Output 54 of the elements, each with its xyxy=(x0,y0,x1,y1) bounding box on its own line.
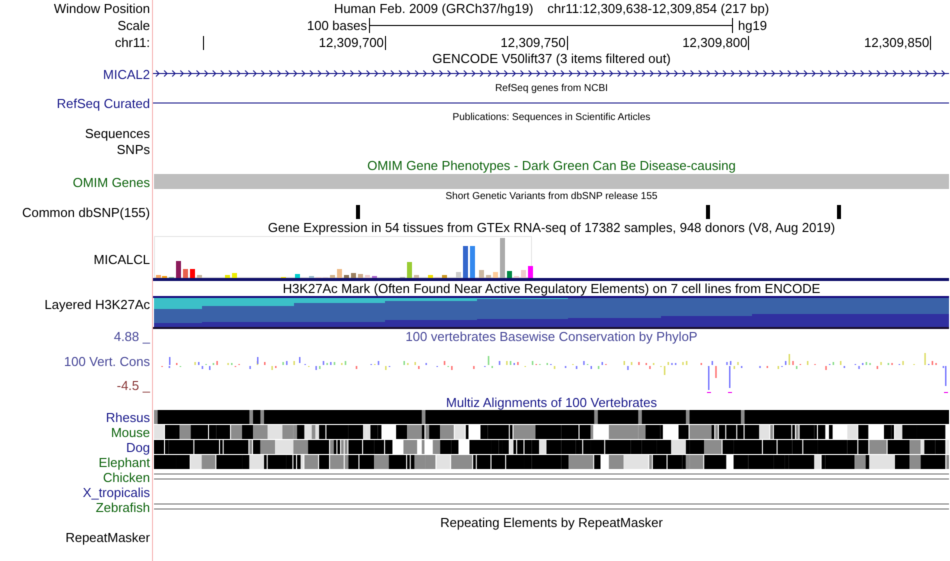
position-text[interactable]: chr11:12,309,638-12,309,854 (217 bp) xyxy=(547,0,770,17)
species-label[interactable]: Dog xyxy=(126,440,150,455)
track-label[interactable]: Sequences xyxy=(84,126,150,142)
species-label[interactable]: X_tropicalis xyxy=(82,485,150,500)
row-label: chr11: xyxy=(114,34,150,52)
species-label[interactable]: Mouse xyxy=(110,425,150,440)
track-title: GENCODE V50lift37 (3 items filtered out) xyxy=(431,52,672,66)
alignment-blocks-drawing[interactable] xyxy=(154,440,949,454)
species-label[interactable]: Rhesus xyxy=(106,410,150,425)
scale-label: 100 bases xyxy=(307,17,368,34)
track-title: Short Genetic Variants from dbSNP release 155 xyxy=(444,190,658,204)
species-label[interactable]: Chicken xyxy=(103,470,150,485)
alignment-blocks-drawing[interactable] xyxy=(154,455,949,469)
track-label[interactable]: Common dbSNP(155) xyxy=(22,204,150,220)
position-label: 12,309,850 xyxy=(864,34,930,51)
alignment-lines-drawing[interactable] xyxy=(154,504,949,510)
row-label: Scale xyxy=(117,17,150,34)
position-label: 12,309,800 xyxy=(682,34,748,51)
track-label[interactable]: Layered H3K27Ac xyxy=(44,296,150,314)
ruler-tick xyxy=(748,36,750,50)
species-label[interactable]: Elephant xyxy=(98,455,150,470)
position-label: 12,309,700 xyxy=(318,34,384,51)
position-label: 12,309,750 xyxy=(500,34,566,51)
alignment-blocks-drawing[interactable] xyxy=(154,425,946,439)
track-title: OMIM Gene Phenotypes - Dark Green Can Be Disease-causing xyxy=(366,158,737,174)
ruler-tick xyxy=(930,36,932,50)
track-label[interactable]: MICALCL xyxy=(94,252,150,266)
ruler-tick xyxy=(203,36,204,50)
assembly-text: Human Feb. 2009 (GRCh37/hg19) xyxy=(334,0,534,17)
track-title: H3K27Ac Mark (Often Found Near Active Regulatory Elements) on 7 cell lines from ENCODE xyxy=(282,282,822,296)
track-title: Multiz Alignments of 100 Vertebrates xyxy=(444,396,658,410)
track-title: RefSeq genes from NCBI xyxy=(494,82,609,96)
track-title: Publications: Sequences in Scientific Articles xyxy=(452,111,652,125)
ruler-tick xyxy=(384,36,386,50)
signal-layers-drawing[interactable] xyxy=(154,298,949,327)
expression-bars-drawing[interactable] xyxy=(154,236,533,279)
track-title: Repeating Elements by RepeatMasker xyxy=(439,515,664,531)
track-label[interactable]: RepeatMasker xyxy=(65,531,150,544)
ruler-tick xyxy=(566,36,568,50)
assembly-name: hg19 xyxy=(737,17,768,34)
species-label[interactable]: Zebrafish xyxy=(96,500,150,515)
track-label[interactable]: RefSeq Curated xyxy=(56,96,150,111)
track-label[interactable]: MICAL2 xyxy=(103,66,150,82)
axis-min-label: -4.5 _ xyxy=(116,379,150,393)
track-label[interactable]: 100 Vert. Cons xyxy=(64,354,150,369)
track-label[interactable]: OMIM Genes xyxy=(72,174,150,190)
alignment-lines-drawing[interactable] xyxy=(154,474,949,480)
gene-drawing[interactable] xyxy=(153,70,949,77)
track-title: 100 vertebrates Basewise Conservation by PhyloP xyxy=(404,330,698,344)
alignment-blocks-drawing[interactable] xyxy=(154,410,949,424)
row-label: Window Position xyxy=(54,0,150,17)
axis-max-label: 4.88 _ xyxy=(114,330,150,344)
track-title: Gene Expression in 54 tissues from GTEx RNA-seq of 17382 samples, 948 donors (V8, Aug 2019) xyxy=(266,220,836,236)
track-label[interactable]: SNPs xyxy=(116,142,150,158)
